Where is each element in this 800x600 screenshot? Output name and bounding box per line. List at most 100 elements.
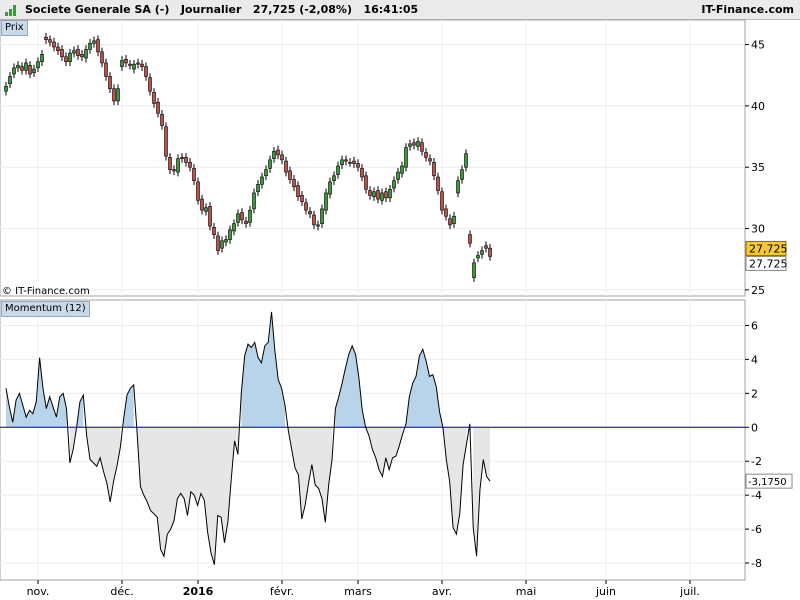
candle-body xyxy=(160,114,164,126)
candle-body xyxy=(384,191,388,199)
candle-body xyxy=(96,39,100,53)
candle-body xyxy=(472,262,476,278)
price-candle xyxy=(440,187,444,215)
candle-body xyxy=(36,61,40,69)
candle-body xyxy=(124,58,128,64)
momentum-tick-label: 2 xyxy=(751,387,758,400)
last-close-label: 27,725 xyxy=(749,257,788,270)
candle-body xyxy=(400,165,404,174)
price-tick-label: 30 xyxy=(751,223,765,236)
candle-body xyxy=(408,143,412,147)
candle-body xyxy=(448,218,452,226)
candle-body xyxy=(468,234,472,244)
last-momentum-label: -3,1750 xyxy=(748,477,787,488)
candle-body xyxy=(120,60,124,67)
candle-body xyxy=(332,175,336,181)
candle-body xyxy=(184,157,188,163)
candle-body xyxy=(464,153,468,168)
candle-body xyxy=(388,188,392,199)
x-tick-label: nov. xyxy=(27,585,50,598)
candle-body xyxy=(140,63,144,67)
candle-body xyxy=(188,161,192,168)
candle-body xyxy=(24,62,28,71)
candle-body xyxy=(268,159,272,169)
candle-body xyxy=(340,159,344,166)
candle-body xyxy=(52,41,56,48)
x-tick-label: mai xyxy=(516,585,537,598)
candle-body xyxy=(112,88,116,102)
candle-body xyxy=(48,39,52,43)
candle-body xyxy=(368,190,372,196)
candle-body xyxy=(372,191,376,197)
candle-body xyxy=(28,65,32,75)
candle-body xyxy=(352,160,356,164)
candle-body xyxy=(484,245,488,249)
candle-body xyxy=(104,62,108,77)
candle-body xyxy=(204,207,208,212)
candle-body xyxy=(16,65,20,69)
last-price-label: 27,725 xyxy=(749,242,788,255)
candle-body xyxy=(80,54,84,58)
candle-body xyxy=(252,192,256,210)
momentum-tick-label: -8 xyxy=(751,557,762,570)
candle-body xyxy=(136,62,140,65)
candle-body xyxy=(40,54,44,63)
candle-body xyxy=(236,213,240,223)
candle-body xyxy=(392,180,396,189)
chart-canvas[interactable]: 25 30 35 40 45 6 4 2 0 -2 -4 -6 -8 27,725 27,725 -3,175… xyxy=(0,0,800,600)
momentum-tick-label: 6 xyxy=(751,319,758,332)
candle-body xyxy=(308,211,312,215)
candle-body xyxy=(208,206,212,227)
candle-body xyxy=(8,76,12,85)
candle-body xyxy=(72,50,76,54)
x-tick-label: déc. xyxy=(110,585,133,598)
candle-body xyxy=(12,67,16,75)
candle-body xyxy=(444,208,448,217)
price-tick-label: 35 xyxy=(751,161,765,174)
candle-body xyxy=(248,209,252,223)
candle-body xyxy=(284,160,288,173)
candle-body xyxy=(476,255,480,259)
candle-body xyxy=(336,165,340,175)
candle-body xyxy=(244,220,248,224)
candle-body xyxy=(440,191,444,211)
candle-body xyxy=(64,56,68,63)
candle-body xyxy=(108,76,112,89)
candle-body xyxy=(312,214,316,226)
candle-body xyxy=(324,192,328,211)
candle-body xyxy=(376,190,380,200)
x-tick-label: févr. xyxy=(270,585,294,598)
price-tick-label: 45 xyxy=(751,39,765,52)
candle-body xyxy=(32,68,36,74)
candle-body xyxy=(456,180,460,194)
candle-body xyxy=(292,179,296,188)
candle-body xyxy=(460,169,464,180)
candle-body xyxy=(176,158,180,173)
candle-body xyxy=(148,77,152,92)
candle-body xyxy=(168,157,172,170)
candle-body xyxy=(420,142,424,152)
candle-body xyxy=(216,235,220,251)
momentum-panel-label: Momentum (12) xyxy=(1,301,90,317)
x-tick-label: juin xyxy=(595,585,616,598)
price-tick-label: 40 xyxy=(751,100,765,113)
candle-body xyxy=(116,88,120,102)
candle-body xyxy=(288,170,292,180)
candle-body xyxy=(220,240,224,249)
price-candle xyxy=(404,143,408,172)
candle-body xyxy=(232,223,236,232)
candle-body xyxy=(164,126,168,157)
candle-body xyxy=(404,147,408,168)
candle-body xyxy=(424,152,428,158)
candle-body xyxy=(228,229,232,240)
candle-body xyxy=(488,247,492,257)
candle-body xyxy=(280,154,284,161)
candle-body xyxy=(360,168,364,178)
momentum-tick-label: -2 xyxy=(751,455,762,468)
candle-body xyxy=(432,161,436,177)
candle-body xyxy=(260,176,264,185)
candle-body xyxy=(60,49,64,58)
candle-body xyxy=(180,157,184,159)
candle-body xyxy=(428,158,432,162)
candle-body xyxy=(100,51,104,64)
